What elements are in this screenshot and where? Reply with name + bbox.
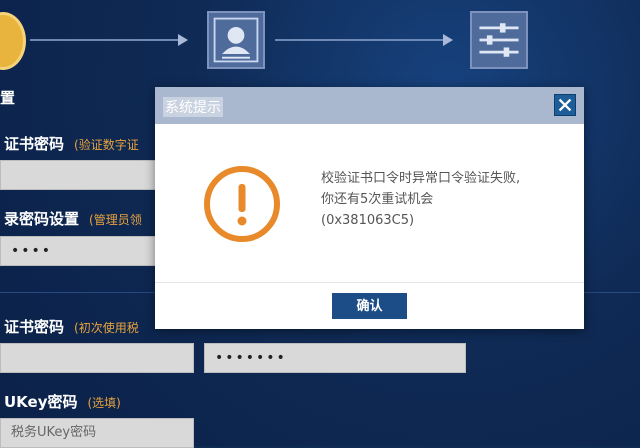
warning-exclamation-icon	[202, 164, 282, 244]
user-profile-icon	[207, 11, 265, 69]
system-prompt-dialog: 系统提示 校验证书口令时异常口令验证失败, 你还有5次重试机会 (0x38106…	[155, 87, 584, 329]
confirm-cert-password-input[interactable]: •••••••	[204, 343, 466, 373]
dialog-message: 校验证书口令时异常口令验证失败, 你还有5次重试机会 (0x381063C5)	[321, 168, 571, 231]
section-label-text: 证书密码	[4, 318, 65, 336]
dialog-titlebar: 系统提示	[155, 87, 584, 124]
section-label-text: 证书密码	[4, 135, 65, 153]
section-hint: (验证数字证	[74, 138, 139, 152]
section-hint: (选填)	[87, 396, 121, 410]
dialog-footer-divider	[155, 282, 584, 283]
wizard-arrow-head-2	[443, 34, 453, 46]
dialog-message-line: 校验证书口令时异常口令验证失败,	[321, 171, 521, 186]
wizard-arrow-line-2	[275, 39, 445, 41]
sliders-icon	[470, 11, 528, 69]
wizard-arrow-head-1	[178, 34, 188, 46]
dialog-message-line: 你还有5次重试机会	[321, 192, 434, 207]
ukey-password-input[interactable]: 税务UKey密码	[0, 418, 194, 448]
close-icon[interactable]	[554, 94, 576, 116]
dialog-title: 系统提示	[163, 97, 223, 117]
section-label-text: UKey密码	[4, 393, 78, 411]
section-cert-password-label: 证书密码 (验证数字证	[4, 133, 139, 154]
wizard-arrow-line-1	[30, 39, 180, 41]
wizard-current-step-label: 置	[0, 89, 16, 107]
new-cert-password-input[interactable]	[0, 343, 194, 373]
section-hint: (管理员领	[89, 213, 142, 227]
section-label-text: 录密码设置	[4, 210, 80, 228]
section-login-password-label: 录密码设置 (管理员领	[4, 208, 142, 229]
confirm-button[interactable]: 确认	[332, 293, 407, 319]
cert-password-input[interactable]	[0, 160, 160, 190]
login-password-input[interactable]: ••••	[0, 236, 160, 266]
dialog-error-code: (0x381063C5)	[321, 213, 415, 228]
section-new-cert-password-label: 证书密码 (初次使用税	[4, 316, 139, 337]
section-hint: (初次使用税	[74, 321, 139, 335]
section-ukey-password-label: UKey密码 (选填)	[4, 391, 121, 412]
